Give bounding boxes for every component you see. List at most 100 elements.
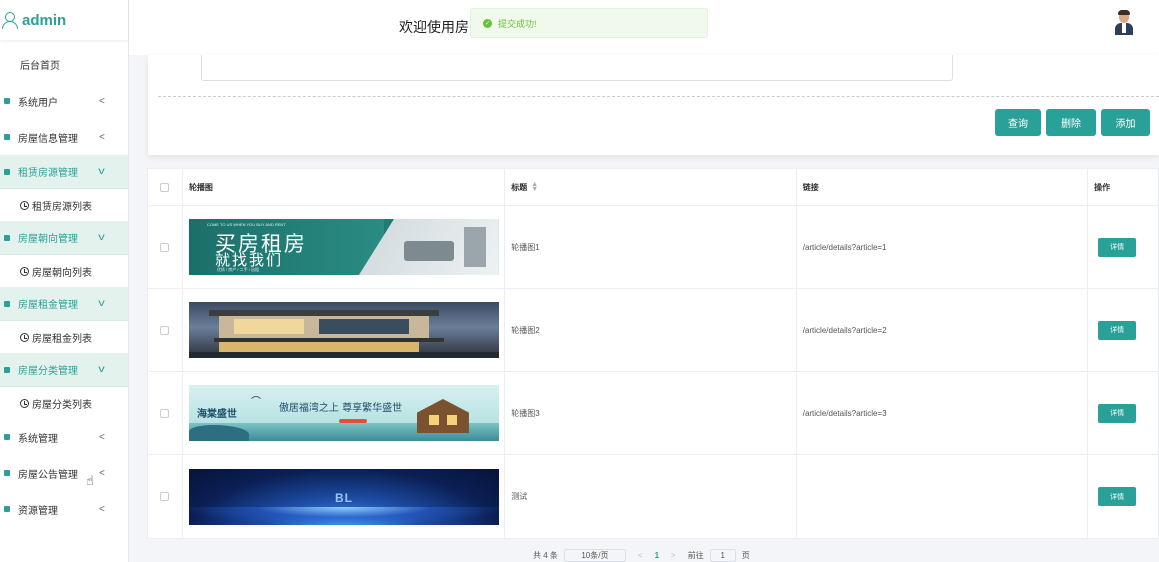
sort-icon[interactable]: ▲ ▼ [531, 181, 538, 193]
select-all-checkbox[interactable] [160, 182, 170, 192]
current-page[interactable]: 1 [655, 551, 659, 560]
detail-button[interactable]: 详情 [1098, 403, 1137, 423]
row-link: /article/details?article=1 [797, 206, 1089, 288]
row-link: /article/details?article=3 [797, 372, 1089, 454]
sidebar-item-orientation[interactable]: 房屋朝向管理 v [0, 221, 128, 255]
banner-slogan: 傲居福湾之上 尊享繁华盛世 [278, 403, 403, 414]
check-circle-icon: ✓ [483, 18, 492, 28]
success-toast: ✓ 提交成功! [470, 8, 708, 38]
row-checkbox[interactable] [160, 492, 170, 501]
banner-logo-text: BL [334, 490, 353, 505]
pagination: 共 4 条 10条/页 < 1 > 前往 1 页 [533, 549, 750, 562]
query-button[interactable]: 查询 [995, 109, 1041, 136]
detail-button[interactable]: 详情 [1098, 487, 1137, 506]
row-title: 测试 [505, 455, 797, 538]
welcome-text: 欢迎使用房 [399, 19, 469, 35]
search-input[interactable] [201, 55, 953, 81]
sidebar-subitem-label: 房屋租金列表 [32, 333, 92, 345]
banner-tagline: COME TO US WHEN YOU BUY AND RENT [206, 222, 286, 227]
prev-page-button[interactable]: < [638, 551, 643, 560]
column-header-title[interactable]: 标题 ▲ ▼ [505, 169, 797, 205]
chevron-left-icon: < [99, 503, 105, 515]
sidebar-item-label: 系统用户 [18, 97, 58, 109]
chevron-left-icon: < [99, 131, 105, 143]
table-row: COME TO US WHEN YOU BUY AND RENT 买房租房 就找… [148, 206, 1158, 289]
toast-message: 提交成功! [498, 18, 537, 29]
divider [158, 96, 1159, 97]
search-panel: 查询 删除 添加 [148, 55, 1159, 155]
sidebar-item-category[interactable]: 房屋分类管理 v [0, 353, 128, 387]
sidebar: admin 后台首页 系统用户 < 房屋信息管理 < 租赁房源管理 v 租赁房源… [0, 0, 129, 562]
add-button[interactable]: 添加 [1101, 109, 1150, 136]
banner-tags: 优质 / 房产 / 二手 / 出租 [216, 267, 259, 272]
sidebar-menu: 后台首页 系统用户 < 房屋信息管理 < 租赁房源管理 v 租赁房源列表 房屋朝… [0, 47, 128, 527]
menu-bullet-icon [4, 234, 10, 241]
row-link: /article/details?article=2 [797, 289, 1089, 371]
page-size-select[interactable]: 10条/页 [563, 549, 626, 562]
sidebar-item-label: 租赁房源管理 [18, 168, 78, 179]
detail-button[interactable]: 详情 [1098, 237, 1137, 257]
page-unit-label: 页 [741, 551, 750, 560]
menu-bullet-icon [4, 506, 10, 512]
sidebar-item-label: 资源管理 [18, 505, 58, 517]
user-icon [2, 11, 18, 29]
sidebar-item-rent[interactable]: 房屋租金管理 v [0, 287, 128, 321]
chevron-down-icon: v [98, 364, 105, 375]
chevron-left-icon: < [99, 467, 105, 479]
avatar[interactable] [1114, 10, 1134, 36]
banner-image: COME TO US WHEN YOU BUY AND RENT 买房租房 就找… [188, 219, 499, 275]
clock-icon [20, 332, 29, 342]
menu-bullet-icon [4, 134, 10, 140]
table-row: 海棠盛世 傲居福湾之上 尊享繁华盛世 ⌒ 轮播图3 /article/detai… [148, 372, 1158, 455]
menu-bullet-icon [4, 300, 10, 307]
goto-page-input[interactable]: 1 [709, 549, 736, 562]
total-count: 共 4 条 [533, 551, 558, 560]
clock-icon [20, 266, 29, 276]
sidebar-item-system[interactable]: 系统管理 < [0, 419, 128, 455]
delete-button[interactable]: 删除 [1046, 109, 1096, 136]
menu-bullet-icon [4, 434, 10, 440]
sidebar-subitem-orientation-list[interactable]: 房屋朝向列表 [0, 255, 128, 287]
sidebar-item-notice[interactable]: 房屋公告管理 < [0, 455, 128, 491]
row-checkbox[interactable] [160, 242, 170, 252]
chevron-left-icon: < [99, 431, 105, 443]
brand-title: admin [22, 11, 67, 29]
sidebar-subitem-label: 房屋分类列表 [32, 399, 92, 411]
menu-bullet-icon [4, 98, 10, 104]
sidebar-subitem-rental-list[interactable]: 租赁房源列表 [0, 189, 128, 221]
row-checkbox[interactable] [160, 325, 170, 335]
sidebar-item-label: 系统管理 [18, 433, 58, 445]
sidebar-item-rental-listings[interactable]: 租赁房源管理 v [0, 155, 128, 189]
data-table: 轮播图 标题 ▲ ▼ 链接 操作 COME TO US WHEN YOU BUY … [147, 168, 1159, 539]
table-header-row: 轮播图 标题 ▲ ▼ 链接 操作 [148, 169, 1158, 206]
sidebar-item-home[interactable]: 后台首页 [0, 47, 128, 81]
sidebar-item-system-users[interactable]: 系统用户 < [0, 83, 128, 119]
row-checkbox[interactable] [160, 408, 170, 418]
chevron-down-icon: v [98, 166, 105, 177]
column-header-image: 轮播图 [183, 169, 506, 205]
column-header-action: 操作 [1094, 182, 1111, 192]
sidebar-item-label: 房屋公告管理 [18, 469, 78, 481]
sidebar-item-label: 房屋分类管理 [18, 366, 78, 377]
banner-brand-text: 海棠盛世 [196, 409, 237, 420]
banner-image: 海棠盛世 傲居福湾之上 尊享繁华盛世 ⌒ [188, 385, 499, 441]
sidebar-subitem-rent-list[interactable]: 房屋租金列表 [0, 321, 128, 353]
goto-label: 前往 [687, 551, 704, 560]
sidebar-item-resources[interactable]: 资源管理 < [0, 491, 128, 527]
sidebar-item-label: 后台首页 [20, 60, 60, 72]
detail-button[interactable]: 详情 [1098, 320, 1137, 340]
table-row: BL 测试 详情 [148, 455, 1158, 538]
sidebar-item-label: 房屋信息管理 [18, 133, 78, 145]
row-title: 轮播图2 [505, 289, 797, 371]
sidebar-subitem-label: 租赁房源列表 [32, 201, 92, 213]
row-title: 轮播图1 [505, 206, 797, 288]
next-page-button[interactable]: > [671, 551, 676, 560]
table-row: 轮播图2 /article/details?article=2 详情 [148, 289, 1158, 372]
chevron-left-icon: < [99, 95, 105, 107]
row-link [797, 455, 1089, 538]
brand: admin [0, 0, 128, 40]
sidebar-subitem-category-list[interactable]: 房屋分类列表 [0, 387, 128, 419]
sidebar-item-house-info[interactable]: 房屋信息管理 < [0, 119, 128, 155]
clock-icon [20, 398, 29, 408]
menu-bullet-icon [4, 470, 10, 476]
